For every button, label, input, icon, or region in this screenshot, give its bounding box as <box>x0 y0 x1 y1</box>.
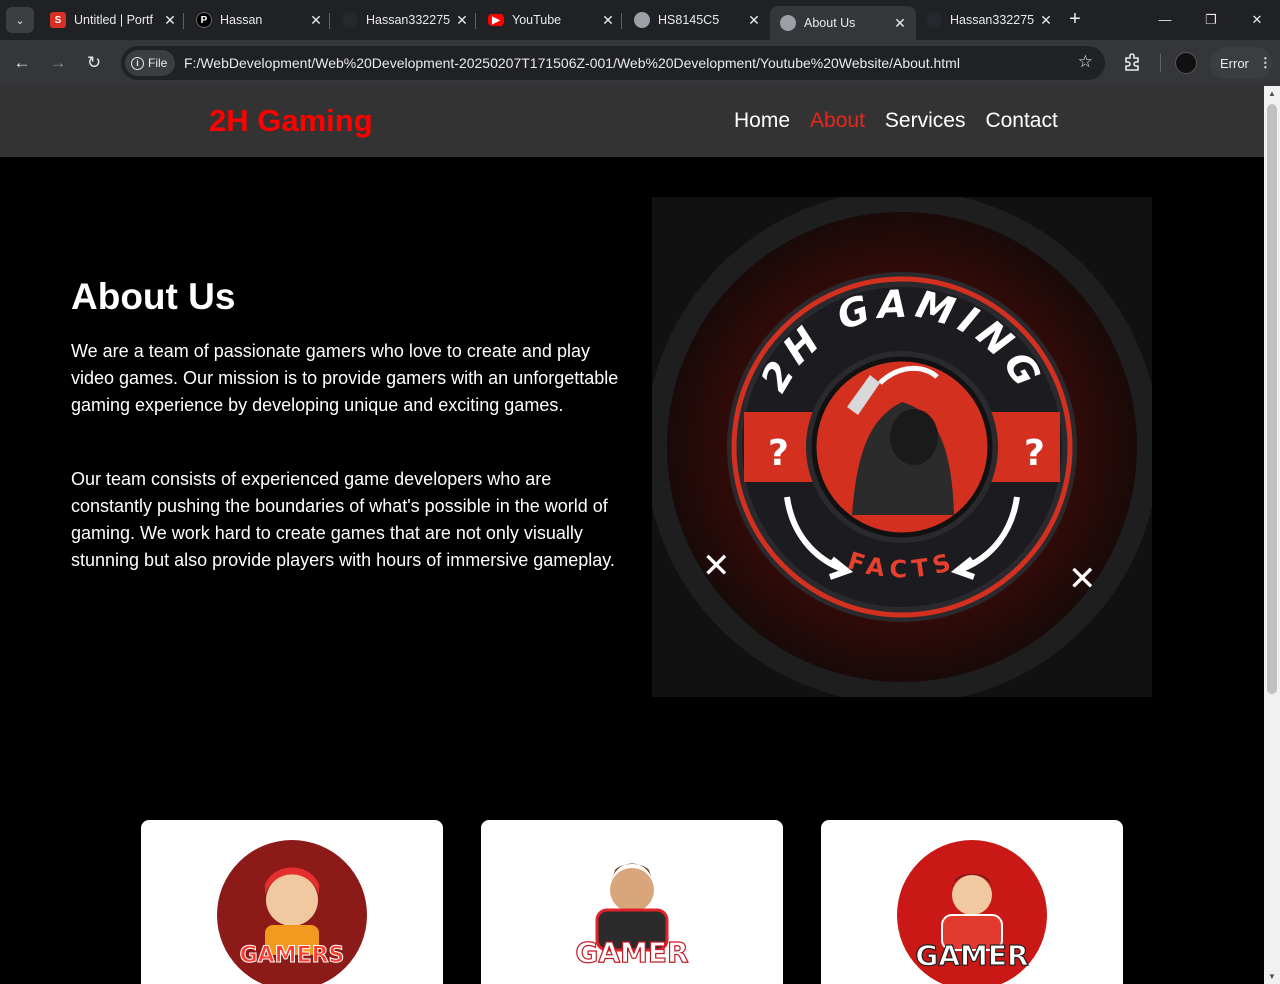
team-cards: GAMERS GAMER GAMER <box>141 820 1123 984</box>
nav-contact[interactable]: Contact <box>985 109 1057 133</box>
tab-divider <box>621 13 622 29</box>
gaming-logo-image: 2H GAMING FACTS ? ? ✕ ✕ <box>645 190 1159 704</box>
reload-button[interactable]: ↻ <box>81 50 107 76</box>
new-tab-button[interactable]: + <box>1064 9 1086 31</box>
close-icon[interactable]: ✕ <box>746 12 762 29</box>
tab-untitled-portfolio[interactable]: S Untitled | Portf ✕ <box>40 6 186 34</box>
svg-text:?: ? <box>768 433 789 474</box>
card-badge: GAMER <box>575 936 688 969</box>
back-button[interactable]: ← <box>9 50 35 76</box>
github-icon <box>342 12 358 28</box>
plus-icon: + <box>1069 8 1081 30</box>
tab-title: Hassan332275 <box>366 13 451 27</box>
close-icon[interactable]: ✕ <box>892 15 908 32</box>
close-icon[interactable]: ✕ <box>454 12 470 29</box>
restore-icon: ❐ <box>1205 12 1217 27</box>
star-icon[interactable]: ☆ <box>1078 52 1093 72</box>
tab-title: Untitled | Portf <box>74 13 153 27</box>
tab-about-us[interactable]: About Us ✕ <box>770 6 916 40</box>
menu-dots-icon: ⋮ <box>1258 55 1272 70</box>
site-info-chip[interactable]: i File <box>125 50 175 76</box>
scroll-down-icon[interactable]: ▼ <box>1267 972 1277 981</box>
s-red-icon: S <box>50 12 66 28</box>
close-icon[interactable]: ✕ <box>1038 12 1054 29</box>
chevron-down-icon: ⌄ <box>15 14 25 27</box>
tab-youtube[interactable]: ▶ YouTube ✕ <box>478 6 624 34</box>
site-nav: Home About Services Contact <box>734 109 1078 133</box>
error-button[interactable]: Error ⋮ <box>1210 47 1272 79</box>
about-title: About Us <box>71 276 236 317</box>
address-bar[interactable]: i File F:/WebDevelopment/Web%20Developme… <box>121 46 1105 80</box>
page-scrollbar[interactable]: ▲ ▼ <box>1264 86 1280 984</box>
tab-title: About Us <box>804 16 856 30</box>
url-text[interactable]: F:/WebDevelopment/Web%20Development-2025… <box>184 55 960 71</box>
github-icon <box>926 12 942 28</box>
about-paragraph-2: Our team consists of experienced game de… <box>71 469 615 570</box>
globe-icon <box>634 12 650 28</box>
forward-button[interactable]: → <box>45 50 71 76</box>
svg-text:?: ? <box>1024 433 1045 474</box>
tab-title: Hassan332275 <box>950 13 1035 27</box>
scrollbar-thumb[interactable] <box>1267 104 1277 694</box>
browser-toolbar: ← → ↻ i File F:/WebDevelopment/Web%20Dev… <box>0 40 1280 86</box>
team-card: GAMER <box>481 820 783 984</box>
gamer-avatar-image: GAMER <box>575 863 689 970</box>
browser-tab-bar: ⌄ S Untitled | Portf ✕ P Hassan ✕ Hassan… <box>0 0 1280 40</box>
svg-text:✕: ✕ <box>1068 559 1097 599</box>
tab-divider <box>183 13 184 29</box>
team-card: GAMERS <box>141 820 443 984</box>
team-card: GAMER <box>821 820 1123 984</box>
minimize-icon: — <box>1158 12 1172 27</box>
gamers-avatar-image: GAMERS <box>217 840 367 984</box>
restore-button[interactable]: ❐ <box>1199 8 1223 32</box>
puzzle-icon <box>1125 53 1139 71</box>
page-viewport: 2H Gaming Home About Services Contact Ab… <box>0 86 1264 984</box>
nav-services[interactable]: Services <box>885 109 966 133</box>
arrow-right-icon: → <box>49 53 67 72</box>
nav-about[interactable]: About <box>810 109 865 133</box>
card-badge: GAMERS <box>240 943 345 968</box>
nav-home[interactable]: Home <box>734 109 790 133</box>
window-close-button[interactable]: ✕ <box>1245 8 1269 32</box>
tab-github-hassan-2[interactable]: Hassan332275 ✕ <box>916 6 1062 34</box>
error-label: Error <box>1220 55 1249 71</box>
close-icon: ✕ <box>1251 12 1263 27</box>
svg-text:✕: ✕ <box>702 546 731 586</box>
tab-title: YouTube <box>512 13 562 27</box>
tab-title: Hassan <box>220 13 263 27</box>
reload-icon: ↻ <box>86 53 102 72</box>
tab-github-hassan[interactable]: Hassan332275 ✕ <box>332 6 478 34</box>
globe-icon <box>780 15 796 31</box>
site-header: 2H Gaming Home About Services Contact <box>0 86 1264 157</box>
chip-label: File <box>148 56 168 70</box>
about-paragraph-1: We are a team of passionate gamers who l… <box>71 341 619 415</box>
site-brand[interactable]: 2H Gaming <box>209 103 373 139</box>
tab-divider <box>329 13 330 29</box>
toolbar-divider <box>1160 54 1161 72</box>
tab-title: HS8145C5 <box>658 13 720 27</box>
close-icon[interactable]: ✕ <box>600 12 616 29</box>
tab-divider <box>475 13 476 29</box>
close-icon[interactable]: ✕ <box>162 12 178 29</box>
gamer-red-avatar-image: GAMER <box>897 840 1047 984</box>
card-badge: GAMER <box>915 939 1028 972</box>
youtube-icon: ▶ <box>488 14 504 26</box>
scroll-up-icon[interactable]: ▲ <box>1267 89 1277 98</box>
tab-search-button[interactable]: ⌄ <box>6 7 34 33</box>
tab-hs8145c5[interactable]: HS8145C5 ✕ <box>624 6 770 34</box>
arrow-left-icon: ← <box>13 53 31 72</box>
p-black-icon: P <box>196 12 212 28</box>
profile-avatar[interactable] <box>1175 52 1197 74</box>
extensions-button[interactable] <box>1122 52 1142 72</box>
tab-hassan[interactable]: P Hassan ✕ <box>186 6 332 34</box>
info-icon: i <box>131 56 144 70</box>
minimize-button[interactable]: — <box>1153 8 1177 32</box>
close-icon[interactable]: ✕ <box>308 12 324 29</box>
